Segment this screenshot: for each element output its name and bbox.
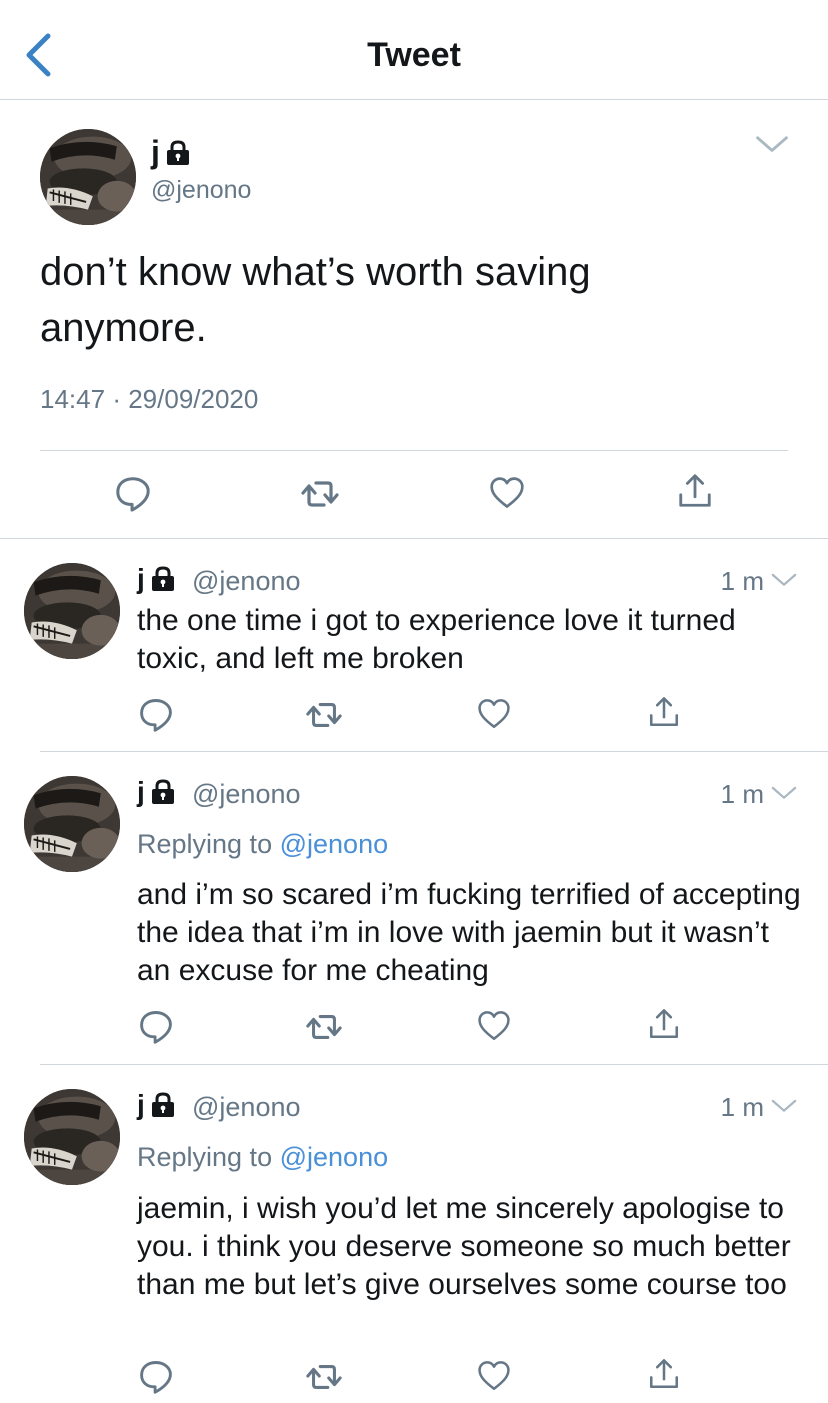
author-display-name: j xyxy=(137,563,145,594)
tweet-time: 14:47 xyxy=(40,384,106,414)
reply-icon[interactable] xyxy=(138,1358,174,1394)
chevron-down-icon[interactable] xyxy=(770,1098,798,1115)
reply-icon[interactable] xyxy=(114,474,152,512)
tweet-time: 1 m xyxy=(720,1092,764,1122)
retweet-icon[interactable] xyxy=(305,1358,343,1396)
share-icon[interactable] xyxy=(647,1356,681,1392)
top-nav-bar: Tweet xyxy=(0,0,828,100)
tweet-text: don’t know what’s worth saving anymore. xyxy=(40,250,591,350)
lock-icon xyxy=(151,1092,175,1118)
chevron-down-icon[interactable] xyxy=(754,134,790,156)
divider xyxy=(40,1064,828,1065)
chevron-down-icon[interactable] xyxy=(770,572,798,589)
author-display-name: j xyxy=(137,1089,145,1120)
meta-separator: · xyxy=(112,384,121,414)
share-icon[interactable] xyxy=(647,694,681,730)
lock-icon xyxy=(151,779,175,805)
author-name[interactable]: j xyxy=(151,134,190,171)
avatar[interactable] xyxy=(24,1089,120,1185)
reply-icon[interactable] xyxy=(138,696,174,732)
author-display-name: j xyxy=(151,134,160,170)
replying-to: Replying to @jenono xyxy=(137,829,388,860)
author-handle[interactable]: @jenono xyxy=(151,176,251,205)
page-title: Tweet xyxy=(367,36,461,74)
author-handle[interactable]: @jenono xyxy=(192,779,301,810)
like-icon[interactable] xyxy=(476,697,512,731)
share-icon[interactable] xyxy=(647,1006,681,1042)
tweet-text: the one time i got to experience love it… xyxy=(137,604,736,675)
tweet-timestamp: 14:47 · 29/09/2020 xyxy=(40,384,258,415)
chevron-down-icon[interactable] xyxy=(770,785,798,802)
divider xyxy=(40,450,788,451)
like-icon[interactable] xyxy=(476,1009,512,1043)
author-name[interactable]: j xyxy=(137,776,175,808)
retweet-icon[interactable] xyxy=(305,696,343,734)
author-display-name: j xyxy=(137,776,145,807)
retweet-icon[interactable] xyxy=(300,474,340,514)
share-icon[interactable] xyxy=(676,472,714,510)
retweet-icon[interactable] xyxy=(305,1008,343,1046)
author-handle[interactable]: @jenono xyxy=(192,1092,301,1123)
replying-to-label: Replying to xyxy=(137,829,273,859)
replying-to-label: Replying to xyxy=(137,1142,273,1172)
tweet-text: jaemin, i wish you’d let me sincerely ap… xyxy=(137,1192,791,1301)
author-name[interactable]: j xyxy=(137,1089,175,1121)
mention-link[interactable]: @jenono xyxy=(280,829,389,859)
divider xyxy=(40,751,828,752)
tweet-text: and i’m so scared i’m fucking terrified … xyxy=(137,878,801,987)
mention-link[interactable]: @jenono xyxy=(280,1142,389,1172)
divider xyxy=(0,538,828,539)
avatar[interactable] xyxy=(40,129,136,225)
avatar[interactable] xyxy=(24,563,120,659)
lock-icon xyxy=(166,140,190,166)
tweet-time: 1 m xyxy=(720,779,764,809)
tweet-time: 1 m xyxy=(720,566,764,596)
replying-to: Replying to @jenono xyxy=(137,1142,388,1173)
reply-icon[interactable] xyxy=(138,1008,174,1044)
author-handle[interactable]: @jenono xyxy=(192,566,301,597)
lock-icon xyxy=(151,566,175,592)
avatar[interactable] xyxy=(24,776,120,872)
like-icon[interactable] xyxy=(476,1359,512,1393)
tweet-date: 29/09/2020 xyxy=(128,384,259,414)
like-icon[interactable] xyxy=(488,475,526,511)
author-name[interactable]: j xyxy=(137,563,175,595)
